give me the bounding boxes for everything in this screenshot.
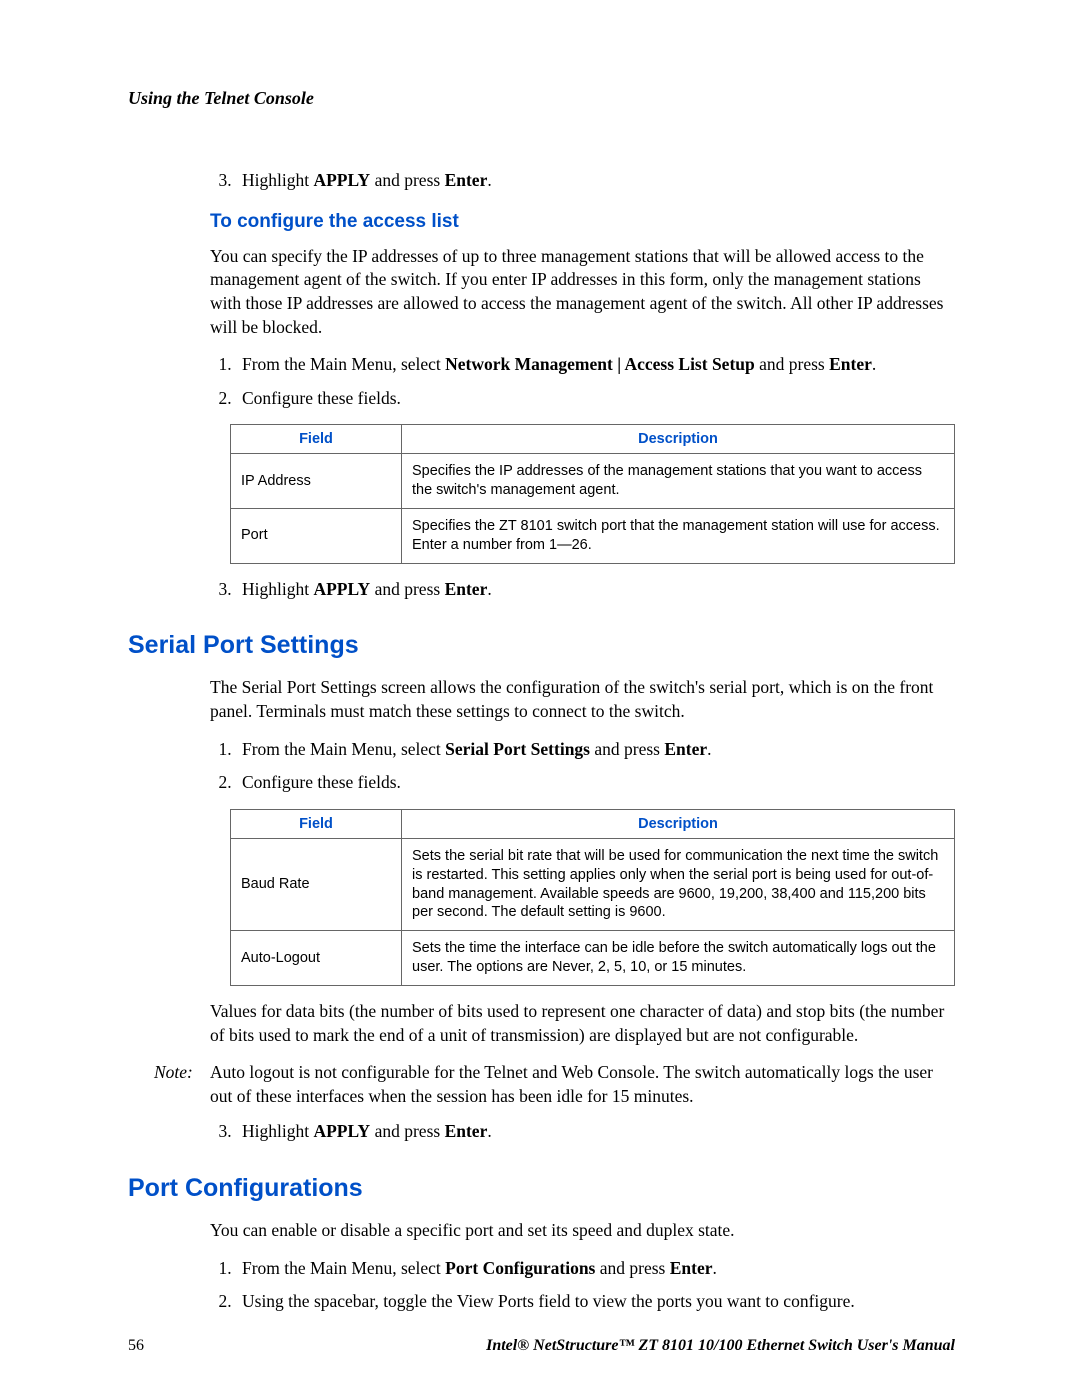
portconf-steps: From the Main Menu, select Port Configur…: [210, 1257, 955, 1314]
paragraph: You can specify the IP addresses of up t…: [210, 245, 955, 340]
menu-path: Serial Port Settings: [445, 739, 590, 759]
step-text: .: [487, 170, 491, 190]
step-text: and press: [370, 1121, 444, 1141]
enter-keyword: Enter: [445, 1121, 488, 1141]
access-field-table: Field Description IP Address Specifies t…: [230, 424, 955, 563]
cell-field: Port: [231, 509, 402, 564]
step-text: .: [487, 579, 491, 599]
step-text: and press: [595, 1258, 669, 1278]
col-field: Field: [231, 809, 402, 838]
step-text: Highlight: [242, 170, 313, 190]
apply-keyword: APPLY: [313, 1121, 370, 1141]
col-field: Field: [231, 425, 402, 454]
cell-description: Specifies the IP addresses of the manage…: [402, 454, 955, 509]
apply-keyword: APPLY: [313, 170, 370, 190]
step-text: From the Main Menu, select: [242, 354, 445, 374]
note-label: Note:: [154, 1061, 210, 1108]
cell-description: Specifies the ZT 8101 switch port that t…: [402, 509, 955, 564]
step-text: Highlight: [242, 1121, 313, 1141]
cell-description: Sets the serial bit rate that will be us…: [402, 838, 955, 930]
enter-keyword: Enter: [664, 739, 707, 759]
col-description: Description: [402, 809, 955, 838]
step-text: .: [713, 1258, 717, 1278]
cell-description: Sets the time the interface can be idle …: [402, 931, 955, 986]
step-text: From the Main Menu, select: [242, 739, 445, 759]
step-item: Highlight APPLY and press Enter.: [236, 578, 955, 602]
step-item: Using the spacebar, toggle the View Port…: [236, 1290, 955, 1314]
section-port-configurations: Port Configurations: [128, 1174, 955, 1203]
menu-path: Port Configurations: [445, 1258, 595, 1278]
manual-title: Intel® NetStructure™ ZT 8101 10/100 Ethe…: [486, 1337, 955, 1355]
step-item: From the Main Menu, select Serial Port S…: [236, 738, 955, 762]
serial-steps: From the Main Menu, select Serial Port S…: [210, 738, 955, 795]
step-text: and press: [370, 579, 444, 599]
step-item: From the Main Menu, select Network Manag…: [236, 353, 955, 377]
enter-keyword: Enter: [445, 170, 488, 190]
apply-keyword: APPLY: [313, 579, 370, 599]
running-header: Using the Telnet Console: [128, 88, 955, 109]
step-text: Highlight: [242, 579, 313, 599]
step-item: Configure these fields.: [236, 771, 955, 795]
step-item: Configure these fields.: [236, 387, 955, 411]
cell-field: Baud Rate: [231, 838, 402, 930]
subheading-access-list: To configure the access list: [210, 211, 955, 233]
step-text: .: [487, 1121, 491, 1141]
step-text: and press: [590, 739, 664, 759]
table-row: IP Address Specifies the IP addresses of…: [231, 454, 955, 509]
menu-path: Network Management | Access List Setup: [445, 354, 755, 374]
document-page: Using the Telnet Console Highlight APPLY…: [0, 0, 1080, 1397]
page-footer: 56 Intel® NetStructure™ ZT 8101 10/100 E…: [128, 1337, 955, 1355]
enter-keyword: Enter: [829, 354, 872, 374]
step-text: and press: [370, 170, 444, 190]
serial-field-table: Field Description Baud Rate Sets the ser…: [230, 809, 955, 986]
section-serial-port-settings: Serial Port Settings: [128, 631, 955, 660]
enter-keyword: Enter: [670, 1258, 713, 1278]
cell-field: Auto-Logout: [231, 931, 402, 986]
step-text: From the Main Menu, select: [242, 1258, 445, 1278]
step-text: .: [707, 739, 711, 759]
step-text: and press: [755, 354, 829, 374]
note-text: Auto logout is not configurable for the …: [210, 1061, 955, 1108]
intro-steps: Highlight APPLY and press Enter.: [210, 169, 955, 193]
col-description: Description: [402, 425, 955, 454]
cell-field: IP Address: [231, 454, 402, 509]
access-steps: From the Main Menu, select Network Manag…: [210, 353, 955, 410]
step-item: Highlight APPLY and press Enter.: [236, 1120, 955, 1144]
step-item: From the Main Menu, select Port Configur…: [236, 1257, 955, 1281]
access-steps-cont: Highlight APPLY and press Enter.: [210, 578, 955, 602]
paragraph: Values for data bits (the number of bits…: [210, 1000, 955, 1047]
paragraph: You can enable or disable a specific por…: [210, 1219, 955, 1243]
step-item: Highlight APPLY and press Enter.: [236, 169, 955, 193]
table-header-row: Field Description: [231, 809, 955, 838]
step-text: .: [872, 354, 876, 374]
table-row: Baud Rate Sets the serial bit rate that …: [231, 838, 955, 930]
table-row: Auto-Logout Sets the time the interface …: [231, 931, 955, 986]
enter-keyword: Enter: [445, 579, 488, 599]
page-body: Highlight APPLY and press Enter. To conf…: [128, 169, 955, 1314]
serial-steps-cont: Highlight APPLY and press Enter.: [210, 1120, 955, 1144]
paragraph: The Serial Port Settings screen allows t…: [210, 676, 955, 723]
table-header-row: Field Description: [231, 425, 955, 454]
page-number: 56: [128, 1337, 144, 1355]
table-row: Port Specifies the ZT 8101 switch port t…: [231, 509, 955, 564]
note-block: Note: Auto logout is not configurable fo…: [154, 1061, 955, 1108]
